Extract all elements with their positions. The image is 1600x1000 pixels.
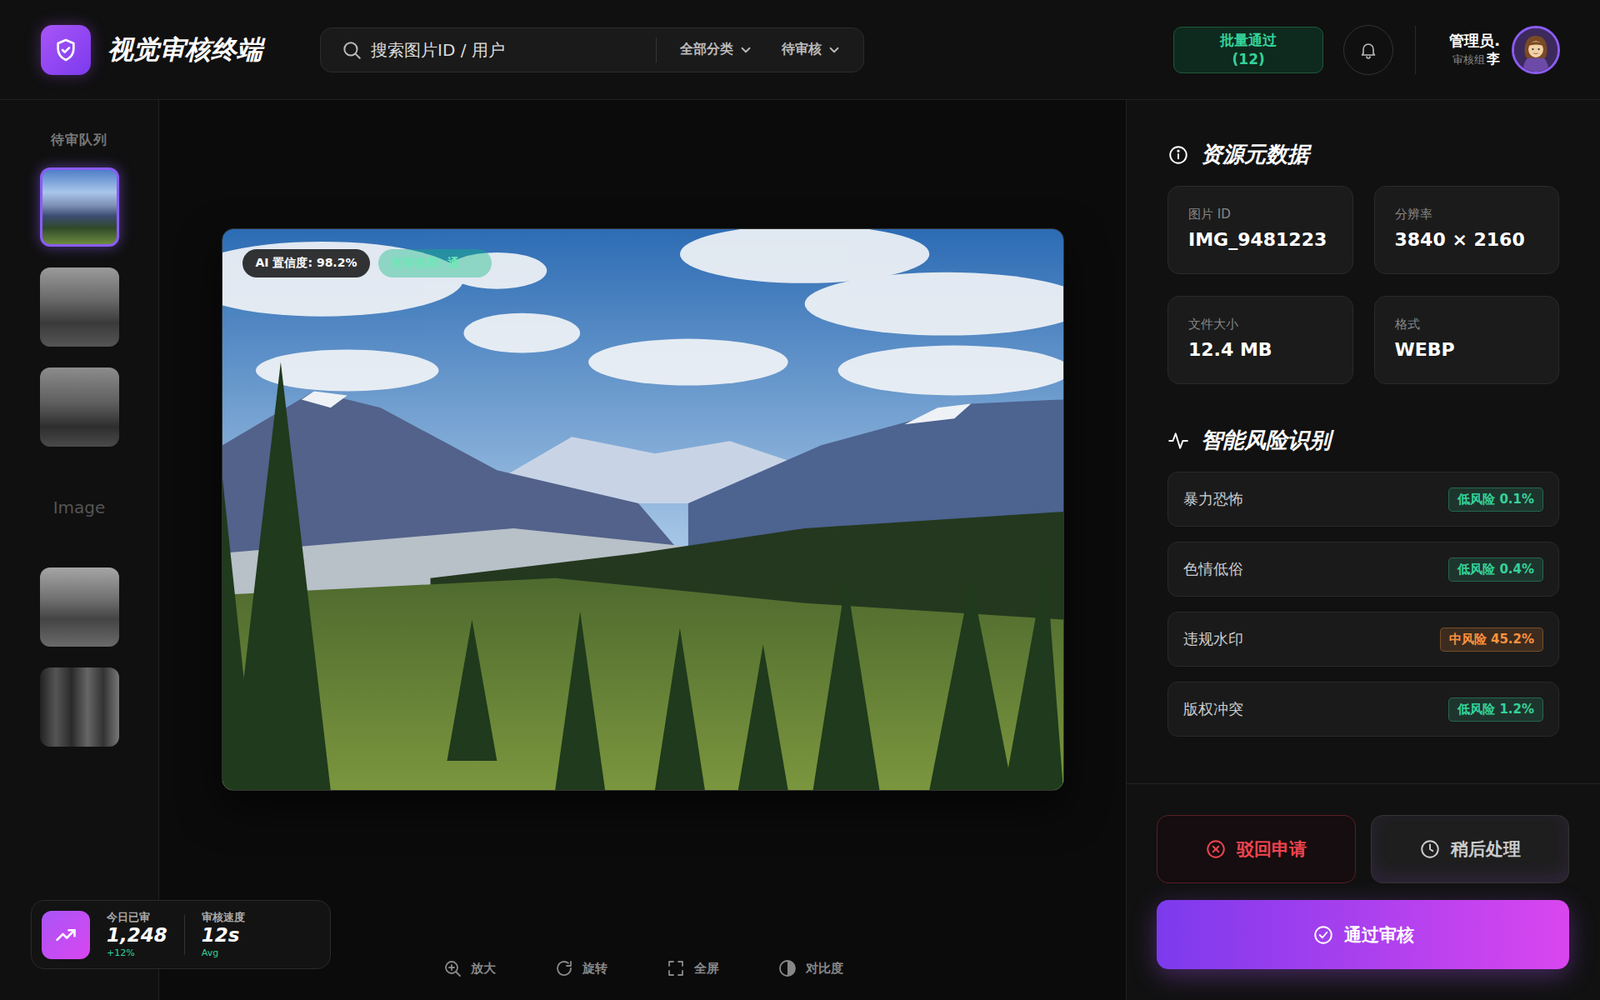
user-role: 审核组李	[1452, 50, 1500, 68]
shield-check-icon	[52, 36, 80, 64]
chevron-down-icon	[826, 42, 842, 58]
header: 视觉审核终端 全部分类 待审核 批量通过(12) 管理员.审核组李	[0, 0, 1600, 100]
brand: 视觉审核终端	[40, 25, 320, 75]
queue-sidebar: 待审队列 Image	[0, 100, 160, 1000]
risk-badge: 中风险 45.2%	[1440, 627, 1544, 652]
queue-item[interactable]	[40, 167, 120, 247]
metadata-grid: 图片 IDIMG_9481223分辨率3840 × 2160文件大小12.4 M…	[1167, 185, 1560, 385]
fullscreen-icon	[665, 958, 686, 979]
divider	[1415, 25, 1416, 75]
trend-up-icon	[54, 923, 78, 947]
preview-badge: 初审推荐: 通	[378, 249, 492, 278]
image-preview[interactable]: AI 置信度: 98.2%初审推荐: 通	[221, 228, 1065, 791]
stat: 审核速度12sAvg	[201, 910, 245, 958]
user-profile[interactable]: 管理员.审核组李	[1449, 25, 1560, 75]
x-circle-icon	[1205, 838, 1227, 860]
check-circle-icon	[1312, 924, 1335, 946]
pulse-icon	[1167, 430, 1190, 452]
approve-button[interactable]: 通过审核	[1156, 900, 1570, 970]
search-icon	[340, 39, 363, 61]
batch-approve-button[interactable]: 批量通过(12)	[1173, 26, 1324, 74]
clock-icon	[1419, 838, 1441, 860]
detail-panel: 资源元数据图片 IDIMG_9481223分辨率3840 × 2160文件大小1…	[1125, 100, 1600, 1000]
risk-badge: 低风险 1.2%	[1448, 697, 1544, 722]
zoom-button[interactable]: 放大	[442, 958, 496, 979]
notification-button[interactable]	[1343, 25, 1394, 75]
queue-item[interactable]	[40, 367, 120, 447]
risk-badge: 低风险 0.1%	[1448, 487, 1544, 512]
divider	[184, 915, 185, 955]
contrast-button[interactable]: 对比度	[777, 958, 844, 979]
action-row: 驳回申请稍后处理	[1156, 815, 1570, 884]
divider	[655, 37, 657, 63]
image-toolbar: 放大 旋转 全屏 对比度	[442, 958, 844, 979]
queue-title: 待审队列	[50, 131, 108, 150]
bell-icon	[1358, 40, 1379, 60]
metadata-card: 格式WEBP	[1374, 295, 1560, 385]
rotate-button[interactable]: 旋转	[554, 958, 608, 979]
user-name: 管理员.	[1449, 31, 1500, 51]
action-panel: 驳回申请稍后处理通过审核	[1126, 783, 1600, 1000]
queue-item[interactable]	[40, 667, 120, 747]
search-input[interactable]	[370, 40, 650, 60]
preview-area: AI 置信度: 98.2%初审推荐: 通放大 旋转 全屏 对比度	[159, 100, 1126, 1000]
risk-list: 暴力恐怖低风险 0.1% 色情低俗低风险 0.4% 违规水印中风险 45.2% 版权冲…	[1167, 471, 1560, 737]
chevron-down-icon	[738, 42, 754, 58]
queue-item[interactable]: Image	[40, 467, 120, 547]
workspace: 待审队列Image今日已审1,248+12%审核速度12sAvgAI 置信度: …	[0, 100, 1600, 1000]
fullscreen-button[interactable]: 全屏	[665, 958, 720, 979]
stats-card: 今日已审1,248+12% 审核速度12sAvg	[30, 900, 331, 970]
risk-badge: 低风险 0.4%	[1448, 557, 1544, 582]
info-icon	[1167, 144, 1190, 166]
metadata-card: 图片 IDIMG_9481223	[1167, 185, 1354, 275]
stat: 今日已审1,248+12%	[106, 910, 168, 958]
avatar-icon	[1511, 25, 1560, 75]
preview-badge: AI 置信度: 98.2%	[242, 249, 371, 278]
logo	[40, 25, 91, 75]
app-title: 视觉审核终端	[107, 32, 263, 68]
filter-dropdown[interactable]: 全部分类	[680, 40, 754, 59]
queue-item[interactable]	[40, 567, 120, 647]
rotate-icon	[554, 958, 575, 979]
metadata-card: 分辨率3840 × 2160	[1374, 185, 1560, 275]
queue-item[interactable]	[40, 267, 120, 347]
reject-button[interactable]: 驳回申请	[1156, 815, 1356, 884]
zoom-icon	[442, 958, 463, 979]
risk-row: 版权冲突低风险 1.2%	[1167, 681, 1560, 737]
metadata-title: 资源元数据	[1167, 140, 1560, 170]
filter-dropdown[interactable]: 待审核	[781, 40, 842, 59]
risk-title: 智能风险识别	[1167, 425, 1560, 455]
app: 视觉审核终端 全部分类 待审核 批量通过(12) 管理员.审核组李待审队列 Image 今日…	[0, 0, 1600, 1000]
later-button[interactable]: 稍后处理	[1370, 815, 1570, 884]
metadata-card: 文件大小12.4 MB	[1167, 295, 1354, 385]
risk-row: 违规水印中风险 45.2%	[1167, 611, 1560, 667]
search-bar: 全部分类 待审核	[320, 27, 865, 73]
preview-badges: AI 置信度: 98.2%初审推荐: 通	[242, 249, 493, 278]
risk-row: 色情低俗低风险 0.4%	[1167, 541, 1560, 597]
queue-list: Image	[40, 167, 120, 747]
risk-row: 暴力恐怖低风险 0.1%	[1167, 471, 1560, 527]
contrast-icon	[777, 958, 798, 979]
